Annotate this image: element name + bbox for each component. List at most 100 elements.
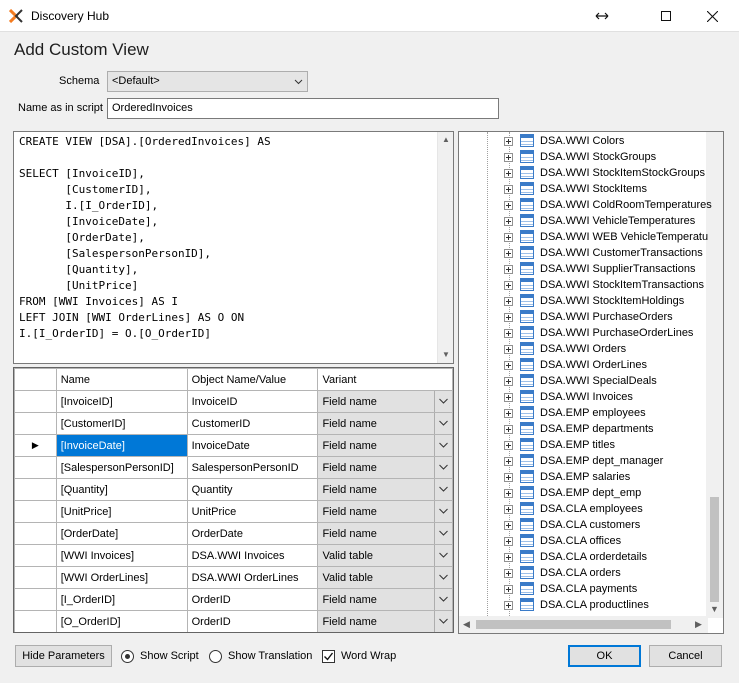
- cell-object-name[interactable]: Quantity: [186, 478, 319, 501]
- cell-object-name[interactable]: OrderID: [186, 610, 319, 632]
- cell-name[interactable]: [OrderDate]: [55, 522, 188, 545]
- tree-item[interactable]: DSA.WWI StockItemHoldings: [459, 293, 709, 309]
- cell-name[interactable]: [InvoiceDate]: [55, 434, 188, 457]
- cell-variant-dropdown[interactable]: Valid table: [317, 544, 453, 567]
- show-translation-label[interactable]: Show Translation: [228, 650, 312, 662]
- cell-variant-dropdown[interactable]: Field name: [317, 500, 453, 523]
- cell-name[interactable]: [CustomerID]: [55, 412, 188, 435]
- object-tree[interactable]: ▼ ◀ ▶ DSA.WWI Colors DSA.WWI StockGroups D…: [458, 131, 724, 634]
- cell-object-name[interactable]: UnitPrice: [186, 500, 319, 523]
- table-row[interactable]: [I_OrderID] OrderID Field name: [14, 588, 453, 611]
- expand-plus-icon[interactable]: [504, 585, 513, 594]
- expand-plus-icon[interactable]: [504, 377, 513, 386]
- cell-variant-dropdown[interactable]: Field name: [317, 478, 453, 501]
- ok-button[interactable]: OK: [568, 645, 641, 667]
- table-row[interactable]: [O_OrderID] OrderID Field name: [14, 610, 453, 632]
- tree-item[interactable]: DSA.EMP titles: [459, 437, 709, 453]
- expand-plus-icon[interactable]: [504, 569, 513, 578]
- table-row[interactable]: [InvoiceID] InvoiceID Field name: [14, 390, 453, 413]
- expand-plus-icon[interactable]: [504, 313, 513, 322]
- tree-item[interactable]: DSA.EMP departments: [459, 421, 709, 437]
- tree-item[interactable]: DSA.WWI StockItemStockGroups: [459, 165, 709, 181]
- expand-plus-icon[interactable]: [504, 345, 513, 354]
- variant-dropdown-button[interactable]: [434, 611, 452, 632]
- expand-plus-icon[interactable]: [504, 185, 513, 194]
- tree-item[interactable]: DSA.WWI VehicleTemperatures: [459, 213, 709, 229]
- tree-item[interactable]: DSA.EMP dept_manager: [459, 453, 709, 469]
- tree-item[interactable]: DSA.WWI Orders: [459, 341, 709, 357]
- row-header[interactable]: [14, 610, 57, 632]
- cell-variant-dropdown[interactable]: Field name: [317, 412, 453, 435]
- tree-horizontal-scrollbar[interactable]: ◀ ▶: [459, 616, 708, 633]
- table-row[interactable]: [Quantity] Quantity Field name: [14, 478, 453, 501]
- row-header[interactable]: [14, 566, 57, 589]
- cell-object-name[interactable]: InvoiceDate: [186, 434, 319, 457]
- expand-plus-icon[interactable]: [504, 601, 513, 610]
- row-header[interactable]: [14, 478, 57, 501]
- cell-variant-dropdown[interactable]: Field name: [317, 522, 453, 545]
- tree-item[interactable]: DSA.CLA productlines: [459, 597, 709, 613]
- expand-plus-icon[interactable]: [504, 537, 513, 546]
- cell-object-name[interactable]: SalespersonPersonID: [186, 456, 319, 479]
- expand-plus-icon[interactable]: [504, 441, 513, 450]
- variant-dropdown-button[interactable]: [434, 501, 452, 522]
- tree-item[interactable]: DSA.WWI SpecialDeals: [459, 373, 709, 389]
- tree-item[interactable]: DSA.WWI PurchaseOrders: [459, 309, 709, 325]
- variant-dropdown-button[interactable]: [434, 435, 452, 456]
- word-wrap-label[interactable]: Word Wrap: [341, 650, 396, 662]
- row-header[interactable]: ▶: [14, 434, 57, 457]
- tree-item[interactable]: DSA.WWI CustomerTransactions: [459, 245, 709, 261]
- tree-item[interactable]: DSA.WWI Invoices: [459, 389, 709, 405]
- variant-dropdown-button[interactable]: [434, 479, 452, 500]
- column-header-name[interactable]: Name: [55, 368, 188, 391]
- column-header-variant[interactable]: Variant: [317, 368, 453, 391]
- variant-dropdown-button[interactable]: [434, 589, 452, 610]
- cell-object-name[interactable]: OrderDate: [186, 522, 319, 545]
- table-row[interactable]: [UnitPrice] UnitPrice Field name: [14, 500, 453, 523]
- expand-plus-icon[interactable]: [504, 233, 513, 242]
- expand-plus-icon[interactable]: [504, 281, 513, 290]
- tree-item[interactable]: DSA.CLA employees: [459, 501, 709, 517]
- tree-item[interactable]: DSA.WWI ColdRoomTemperatures: [459, 197, 712, 213]
- variant-dropdown-button[interactable]: [434, 457, 452, 478]
- expand-plus-icon[interactable]: [504, 217, 513, 226]
- cell-name[interactable]: [O_OrderID]: [55, 610, 188, 632]
- script-editor[interactable]: CREATE VIEW [DSA].[OrderedInvoices] AS S…: [13, 131, 454, 364]
- show-translation-radio[interactable]: [209, 650, 222, 663]
- row-header[interactable]: [14, 588, 57, 611]
- tree-item[interactable]: DSA.WWI StockGroups: [459, 149, 709, 165]
- tree-item[interactable]: DSA.WWI StockItemTransactions: [459, 277, 709, 293]
- expand-plus-icon[interactable]: [504, 409, 513, 418]
- expand-plus-icon[interactable]: [504, 201, 513, 210]
- show-script-label[interactable]: Show Script: [140, 650, 199, 662]
- table-row[interactable]: [WWI OrderLines] DSA.WWI OrderLines Valid …: [14, 566, 453, 589]
- row-header[interactable]: [14, 522, 57, 545]
- row-header[interactable]: [14, 412, 57, 435]
- show-script-radio[interactable]: [121, 650, 134, 663]
- tree-item[interactable]: DSA.WWI WEB VehicleTemperatu: [459, 229, 709, 245]
- schema-dropdown[interactable]: <Default>: [107, 71, 308, 92]
- word-wrap-checkbox[interactable]: [322, 650, 335, 663]
- expand-plus-icon[interactable]: [504, 521, 513, 530]
- scroll-down-icon[interactable]: ▼: [710, 604, 719, 614]
- tree-item[interactable]: DSA.EMP dept_emp: [459, 485, 709, 501]
- tree-item[interactable]: DSA.CLA orderdetails: [459, 549, 709, 565]
- variant-dropdown-button[interactable]: [434, 413, 452, 434]
- cell-variant-dropdown[interactable]: Field name: [317, 456, 453, 479]
- expand-plus-icon[interactable]: [504, 329, 513, 338]
- expand-plus-icon[interactable]: [504, 249, 513, 258]
- cell-name[interactable]: [InvoiceID]: [55, 390, 188, 413]
- cell-variant-dropdown[interactable]: Valid table: [317, 566, 453, 589]
- cell-variant-dropdown[interactable]: Field name: [317, 390, 453, 413]
- column-header-object[interactable]: Object Name/Value: [186, 368, 319, 391]
- expand-plus-icon[interactable]: [504, 393, 513, 402]
- scroll-up-icon[interactable]: ▲: [438, 132, 453, 148]
- scrollbar-thumb[interactable]: [710, 497, 719, 602]
- variant-dropdown-button[interactable]: [434, 391, 452, 412]
- resize-arrows-icon[interactable]: [579, 0, 625, 32]
- expand-plus-icon[interactable]: [504, 553, 513, 562]
- tree-item[interactable]: DSA.CLA customers: [459, 517, 709, 533]
- variant-dropdown-button[interactable]: [434, 545, 452, 566]
- cell-object-name[interactable]: OrderID: [186, 588, 319, 611]
- cell-object-name[interactable]: DSA.WWI OrderLines: [186, 566, 319, 589]
